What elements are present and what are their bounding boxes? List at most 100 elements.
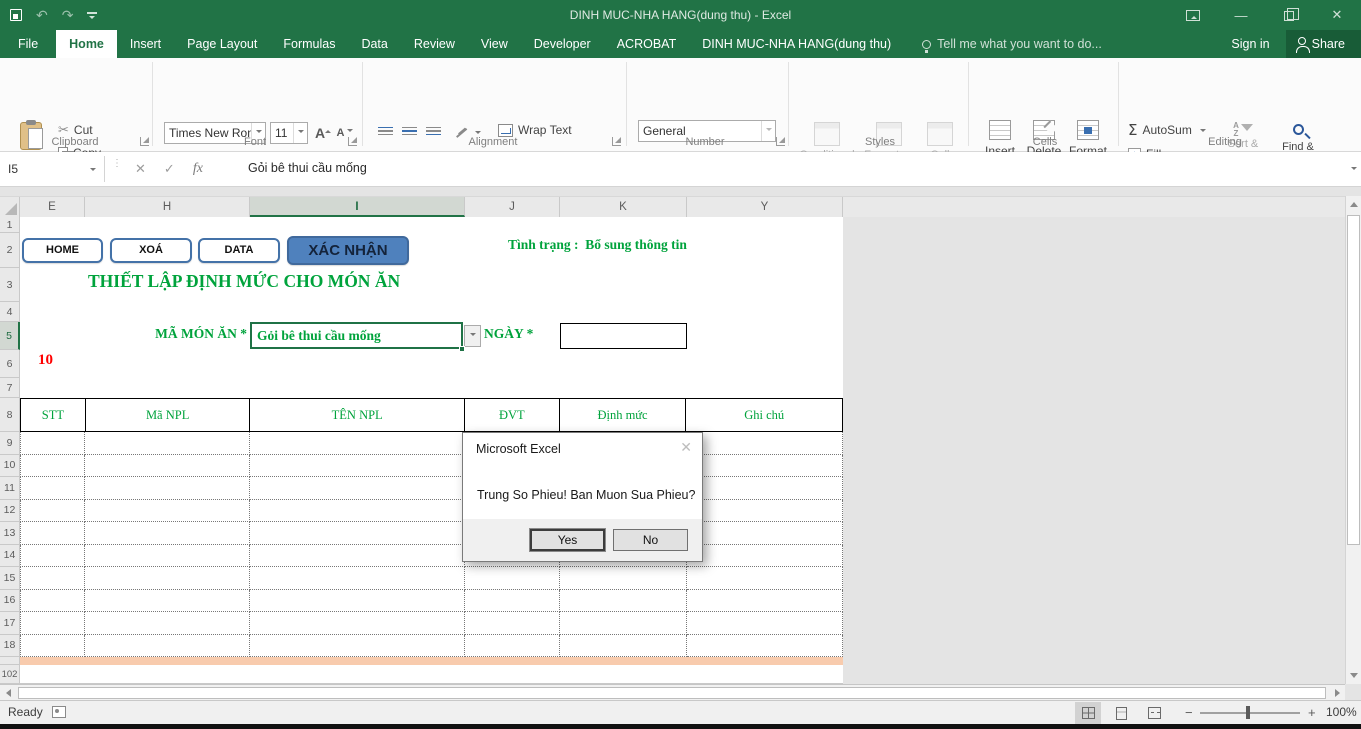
normal-view-button[interactable] <box>1075 702 1101 724</box>
table-cell[interactable] <box>250 612 465 635</box>
dialog-yes-button[interactable]: Yes <box>530 529 605 551</box>
table-cell[interactable] <box>687 590 843 613</box>
data-button[interactable]: DATA <box>198 238 280 263</box>
name-box-dropdown-icon[interactable] <box>90 168 96 174</box>
xac-nhan-button[interactable]: XÁC NHẬN <box>287 236 409 265</box>
table-cell[interactable] <box>560 612 687 635</box>
table-cell[interactable] <box>465 612 560 635</box>
row-header-10[interactable]: 10 <box>0 455 20 478</box>
column-header-i[interactable]: I <box>250 197 465 217</box>
table-cell[interactable] <box>85 545 250 568</box>
date-input-box[interactable] <box>560 323 687 349</box>
column-header-k[interactable]: K <box>560 197 687 217</box>
page-break-view-button[interactable] <box>1141 702 1167 724</box>
table-cell[interactable] <box>85 432 250 455</box>
scroll-up-button[interactable] <box>1346 196 1361 213</box>
tab-insert[interactable]: Insert <box>117 30 174 58</box>
row-header-3[interactable]: 3 <box>0 268 20 302</box>
dish-combo-dropdown-button[interactable] <box>464 325 481 347</box>
table-header-dvt[interactable]: ĐVT <box>465 399 560 431</box>
macro-record-icon[interactable] <box>52 706 66 718</box>
alignment-dialog-launcher[interactable] <box>612 137 621 146</box>
row-header-4[interactable]: 4 <box>0 302 20 322</box>
row-header-17[interactable]: 17 <box>0 612 20 635</box>
formula-bar-value[interactable]: Gỏi bê thui cầu mống <box>248 161 367 175</box>
page-layout-view-button[interactable] <box>1108 702 1134 724</box>
table-header-stt[interactable]: STT <box>21 399 86 431</box>
align-middle-button[interactable] <box>398 120 420 142</box>
table-cell[interactable] <box>687 635 843 658</box>
row-header-9[interactable]: 9 <box>0 432 20 455</box>
restore-button[interactable] <box>1265 0 1313 30</box>
table-header-dinh-muc[interactable]: Định mức <box>560 399 687 431</box>
scroll-right-button[interactable] <box>1329 685 1345 700</box>
home-button[interactable]: HOME <box>22 238 103 263</box>
dish-combo-selection[interactable]: Gỏi bê thui cầu mống <box>250 322 463 349</box>
table-cell[interactable] <box>85 477 250 500</box>
table-cell[interactable] <box>560 567 687 590</box>
table-cell[interactable] <box>250 567 465 590</box>
select-all-corner[interactable] <box>0 197 20 217</box>
tab-home[interactable]: Home <box>56 30 117 58</box>
close-button[interactable]: ✕ <box>1313 0 1361 30</box>
tab-page-layout[interactable]: Page Layout <box>174 30 270 58</box>
align-bottom-button[interactable] <box>422 120 444 142</box>
tab-file[interactable]: File <box>0 30 56 58</box>
sign-in-link[interactable]: Sign in <box>1215 30 1285 58</box>
row-header-12[interactable]: 12 <box>0 500 20 523</box>
table-cell[interactable] <box>465 590 560 613</box>
insert-function-icon[interactable]: fx <box>193 161 203 177</box>
horizontal-scrollbar[interactable] <box>0 684 1345 700</box>
formula-bar-splitter[interactable]: ⋮ <box>112 161 115 177</box>
name-box[interactable]: I5 <box>0 156 105 182</box>
row-header-102[interactable]: 102 <box>0 665 20 684</box>
selection-fill-handle[interactable] <box>459 346 465 352</box>
table-cell[interactable] <box>85 590 250 613</box>
zoom-in-button[interactable]: + <box>1308 705 1316 720</box>
row-header-18[interactable]: 18 <box>0 635 20 658</box>
zoom-slider-track[interactable] <box>1200 712 1300 714</box>
table-cell[interactable] <box>20 455 85 478</box>
table-cell[interactable] <box>20 522 85 545</box>
table-cell[interactable] <box>687 477 843 500</box>
table-cell[interactable] <box>250 522 465 545</box>
number-dialog-launcher[interactable] <box>776 137 785 146</box>
table-cell[interactable] <box>20 567 85 590</box>
row-102-area[interactable] <box>20 665 843 684</box>
table-cell[interactable] <box>687 432 843 455</box>
table-cell[interactable] <box>465 635 560 658</box>
enter-icon[interactable]: ✓ <box>164 161 175 177</box>
row-header-8[interactable]: 8 <box>0 398 20 432</box>
font-dialog-launcher[interactable] <box>348 137 357 146</box>
table-cell[interactable] <box>687 455 843 478</box>
column-header-h[interactable]: H <box>85 197 250 217</box>
table-cell[interactable] <box>85 612 250 635</box>
increase-font-size-button[interactable]: A <box>312 122 334 144</box>
column-header-j[interactable]: J <box>465 197 560 217</box>
table-cell[interactable] <box>250 455 465 478</box>
table-cell[interactable] <box>20 545 85 568</box>
scroll-left-button[interactable] <box>0 685 16 700</box>
table-header-ten-npl[interactable]: TÊN NPL <box>250 399 464 431</box>
table-cell[interactable] <box>687 545 843 568</box>
column-header-y[interactable]: Y <box>687 197 843 217</box>
table-cell[interactable] <box>250 477 465 500</box>
row-header-11[interactable]: 11 <box>0 477 20 500</box>
align-top-button[interactable] <box>374 120 396 142</box>
row-header-7[interactable]: 7 <box>0 378 20 398</box>
table-cell[interactable] <box>560 590 687 613</box>
table-cell[interactable] <box>20 590 85 613</box>
expand-formula-bar-icon[interactable] <box>1351 167 1357 173</box>
row-header-2[interactable]: 2 <box>0 233 20 268</box>
ribbon-display-options-button[interactable] <box>1169 0 1217 30</box>
horizontal-scroll-thumb[interactable] <box>18 687 1326 699</box>
zoom-level[interactable]: 100% <box>1326 705 1357 719</box>
row-header-1[interactable]: 1 <box>0 217 20 233</box>
table-cell[interactable] <box>85 500 250 523</box>
table-cell[interactable] <box>20 500 85 523</box>
table-cell[interactable] <box>250 590 465 613</box>
tab-acrobat[interactable]: ACROBAT <box>604 30 690 58</box>
dialog-close-icon[interactable]: ✕ <box>680 439 692 456</box>
row-header-13[interactable]: 13 <box>0 522 20 545</box>
row-header-16[interactable]: 16 <box>0 590 20 613</box>
